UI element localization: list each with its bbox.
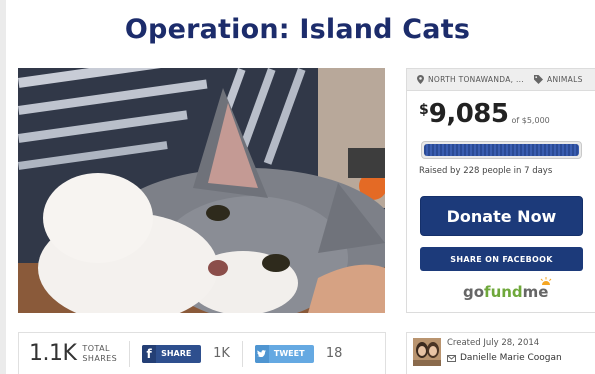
campaign-title: Operation: Island Cats [124, 14, 471, 45]
donation-card: NORTH TONAWANDA, ... ANIMALS $ 9,085 of … [406, 68, 595, 313]
logo-fund: fund [484, 283, 523, 301]
total-label-line2: SHARES [82, 353, 118, 363]
facebook-share-label: SHARE [161, 349, 192, 358]
category-label: ANIMALS [547, 75, 583, 84]
tag-icon [534, 75, 544, 84]
days-count: 7 days [524, 166, 553, 176]
tweet-button[interactable]: TWEET [254, 344, 314, 363]
amount-raised: $ 9,085 of $5,000 [419, 99, 550, 129]
facebook-share-button[interactable]: f SHARE [142, 344, 202, 363]
kitten-image [18, 68, 385, 313]
people-suffix: people in [479, 166, 525, 176]
total-shares-label: TOTAL SHARES [82, 344, 117, 364]
facebook-share-count: 1K [213, 346, 230, 361]
creator-name-row[interactable]: Danielle Marie Coogan [447, 353, 562, 363]
gofundme-logo[interactable]: go fund me [463, 277, 552, 301]
raised-by-text: Raised by 228 people in 7 days [419, 166, 552, 176]
logo-me: me [522, 283, 549, 301]
tweet-count: 18 [325, 346, 343, 361]
goal-text: of $5,000 [511, 116, 550, 125]
raised-amount: 9,085 [428, 99, 509, 129]
people-count: 228 [463, 166, 480, 176]
page-left-edge [0, 0, 6, 374]
raised-by-prefix: Raised by [419, 166, 464, 176]
created-date: Created July 28, 2014 [447, 338, 540, 348]
campaign-photo[interactable] [18, 68, 385, 313]
map-pin-icon [417, 75, 424, 84]
location-label: NORTH TONAWANDA, ... [428, 75, 525, 84]
total-shares-count: 1.1K [29, 341, 77, 366]
category[interactable]: ANIMALS [534, 75, 583, 84]
divider [129, 340, 131, 367]
campaign-meta-bar: NORTH TONAWANDA, ... ANIMALS [407, 69, 595, 91]
twitter-bird-icon [254, 344, 269, 363]
progress-fill [424, 144, 579, 156]
currency-symbol: $ [419, 102, 429, 118]
location[interactable]: NORTH TONAWANDA, ... [417, 75, 524, 84]
total-label-line1: TOTAL [82, 343, 110, 353]
creator-name: Danielle Marie Coogan [460, 353, 562, 363]
sun-icon [541, 277, 552, 285]
progress-bar [421, 141, 582, 159]
logo-me-wrap: me [522, 277, 552, 301]
donate-now-button[interactable]: Donate Now [420, 196, 583, 236]
creator-box: Created July 28, 2014 Danielle Marie Coo… [406, 332, 595, 374]
creator-avatar[interactable] [413, 338, 441, 366]
share-bar: 1.1K TOTAL SHARES f SHARE 1K TWEET 18 [18, 332, 386, 374]
share-on-facebook-button[interactable]: SHARE ON FACEBOOK [420, 247, 583, 271]
facebook-icon: f [142, 344, 157, 363]
tweet-label: TWEET [273, 349, 305, 358]
logo-go: go [463, 283, 485, 301]
envelope-icon [447, 354, 456, 362]
divider [241, 340, 243, 367]
